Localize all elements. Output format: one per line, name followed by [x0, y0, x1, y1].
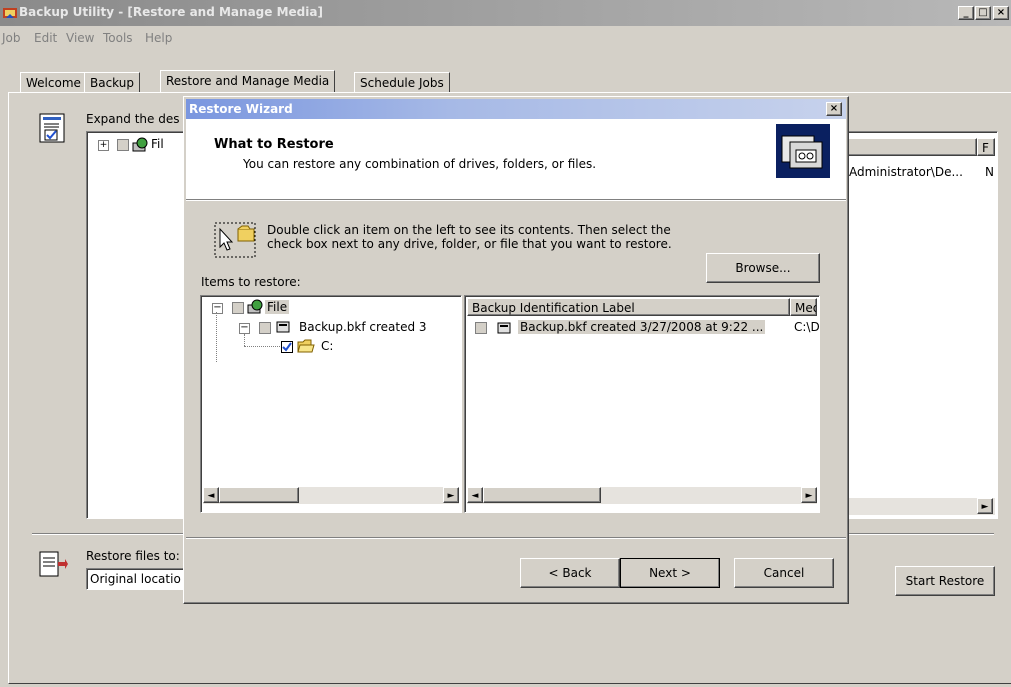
backup-app-icon — [2, 5, 18, 21]
column-header-media[interactable]: Med — [790, 298, 817, 316]
restore-to-select[interactable]: Original locatio — [86, 568, 188, 590]
main-list-row-col2: N — [985, 165, 994, 179]
tree-item-file[interactable]: Fil — [151, 137, 164, 151]
maximize-button[interactable]: □ — [975, 6, 991, 20]
restore-wizard-dialog: Restore Wizard × What to Restore You can… — [183, 96, 849, 604]
tree-drive-checkbox[interactable] — [281, 341, 293, 353]
folder-icon — [297, 338, 315, 354]
main-list-header-col[interactable]: F — [977, 138, 995, 156]
main-list-pane[interactable]: F Administrator\De... N ► — [846, 131, 998, 519]
wizard-backup-icon — [776, 124, 830, 178]
tree-expand-icon[interactable]: + — [98, 140, 109, 151]
close-button[interactable]: × — [993, 6, 1009, 20]
wizard-close-button[interactable]: × — [826, 102, 842, 116]
back-button[interactable]: < Back — [520, 558, 620, 588]
file-media-icon — [247, 299, 263, 315]
restore-to-value: Original locatio — [90, 572, 181, 586]
main-list-header[interactable] — [847, 138, 977, 156]
main-list-row-path[interactable]: Administrator\De... — [849, 165, 963, 179]
next-button[interactable]: Next > — [620, 558, 720, 588]
tree-connector — [244, 334, 245, 346]
backup-file-icon — [276, 320, 290, 334]
tab-restore-manage-media[interactable]: Restore and Manage Media — [160, 70, 336, 93]
restore-to-label: Restore files to: — [86, 549, 180, 563]
list-row-label[interactable]: Backup.bkf created 3/27/2008 at 9:22 ... — [518, 320, 766, 334]
scroll-right-arrow[interactable]: ► — [443, 487, 459, 503]
menu-view[interactable]: View — [66, 31, 94, 45]
list-row-media: C:\D — [794, 320, 820, 334]
wizard-subheading: You can restore any combination of drive… — [243, 157, 597, 171]
instructions-line1: Double click an item on the left to see … — [267, 223, 671, 237]
instructions-line2: check box next to any drive, folder, or … — [267, 237, 672, 251]
tree-root-checkbox[interactable] — [232, 302, 244, 314]
tree-connector — [216, 312, 217, 362]
wizard-title-bar[interactable]: Restore Wizard × — [186, 99, 846, 119]
main-list-hscroll[interactable] — [847, 498, 995, 515]
main-tree-pane[interactable]: + Fil — [86, 131, 188, 519]
scroll-thumb[interactable] — [219, 487, 299, 503]
minimize-button[interactable]: _ — [958, 6, 974, 20]
scroll-left-arrow[interactable]: ◄ — [467, 487, 483, 503]
wizard-tree-pane[interactable]: − File − Backup.bkf created 3 C: ◄ ► — [200, 295, 462, 513]
restore-location-icon — [37, 550, 69, 582]
expand-instructions: Expand the des — [86, 112, 180, 126]
tree-backup-item[interactable]: Backup.bkf created 3 — [299, 320, 427, 334]
start-restore-button[interactable]: Start Restore — [895, 566, 995, 596]
wizard-header: What to Restore You can restore any comb… — [186, 119, 846, 200]
file-media-icon — [132, 137, 148, 153]
wizard-title: Restore Wizard — [189, 102, 293, 116]
tree-drive-c[interactable]: C: — [321, 339, 333, 353]
tree-collapse-icon[interactable]: − — [239, 323, 250, 334]
browse-button[interactable]: Browse... — [706, 253, 820, 283]
tab-backup[interactable]: Backup — [84, 72, 140, 92]
double-click-icon — [214, 221, 258, 259]
tree-connector — [244, 346, 280, 347]
menu-tools[interactable]: Tools — [103, 31, 133, 45]
wizard-footer-separator — [186, 537, 846, 539]
scroll-thumb[interactable] — [483, 487, 601, 503]
scroll-left-arrow[interactable]: ◄ — [203, 487, 219, 503]
list-row-checkbox[interactable] — [475, 322, 487, 334]
tree-checkbox[interactable] — [117, 139, 129, 151]
wizard-heading: What to Restore — [214, 137, 334, 152]
menu-help[interactable]: Help — [145, 31, 172, 45]
tree-backup-checkbox[interactable] — [259, 322, 271, 334]
scroll-right-arrow[interactable]: ► — [977, 498, 993, 514]
menu-edit[interactable]: Edit — [34, 31, 57, 45]
wizard-header-separator — [186, 200, 846, 201]
tab-schedule-jobs[interactable]: Schedule Jobs — [354, 72, 450, 92]
main-title-bar[interactable]: Backup Utility - [Restore and Manage Med… — [0, 0, 1011, 26]
checklist-icon — [37, 112, 69, 144]
cancel-button[interactable]: Cancel — [734, 558, 834, 588]
menu-job[interactable]: Job — [2, 31, 21, 45]
menu-bar: Job Edit View Tools Help — [0, 26, 1011, 48]
tab-welcome[interactable]: Welcome — [20, 72, 87, 92]
backup-file-icon — [497, 321, 511, 335]
scroll-right-arrow[interactable]: ► — [801, 487, 817, 503]
column-header-backup-label[interactable]: Backup Identification Label — [467, 298, 790, 316]
main-window-title: Backup Utility - [Restore and Manage Med… — [19, 5, 323, 19]
tree-root-file[interactable]: File — [265, 300, 290, 314]
tree-collapse-icon[interactable]: − — [212, 303, 223, 314]
items-to-restore-label: Items to restore: — [201, 275, 301, 289]
wizard-list-pane[interactable]: Backup Identification Label Med Backup.b… — [464, 295, 820, 513]
